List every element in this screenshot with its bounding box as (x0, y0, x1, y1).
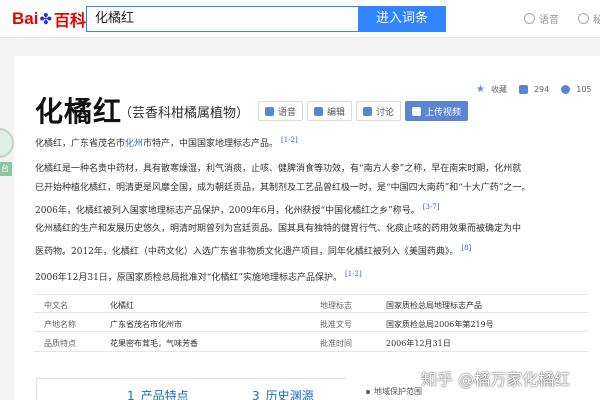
info-label: 地理标志 (320, 301, 352, 310)
summary-paragraph-1: 化橘红，广东省茂名市化州市特产，中国国家地理标志产品。 [1-2] (35, 131, 590, 154)
chat-icon (363, 106, 372, 116)
edit-button[interactable]: 编辑 (307, 101, 353, 121)
side-float-icon[interactable] (0, 128, 14, 158)
info-value: 化橘红 (110, 301, 134, 310)
toc-side-label: 地域保护范围 (374, 387, 422, 396)
collect-label[interactable]: 收藏 (491, 84, 507, 95)
star-icon[interactable]: ★ (476, 84, 485, 95)
info-label: 批准时间 (320, 339, 352, 348)
search-input[interactable]: 化橘红 (86, 6, 358, 32)
toc-item-features[interactable]: 1 产品特点 (127, 387, 189, 400)
share-count: 105 (576, 85, 592, 94)
pencil-icon (314, 106, 323, 116)
reference-link[interactable]: [3-7] (423, 203, 440, 211)
entry-title: 化橘红 (35, 95, 123, 128)
info-label: 批准文号 (320, 320, 352, 329)
edit-button-label: 编辑 (327, 107, 346, 118)
info-value: 国家质检总局地理标志产品 (386, 301, 482, 310)
voice-button-label: 语音 (278, 107, 297, 118)
left-sidebar: 台 (0, 38, 14, 400)
side-badge[interactable]: 台 (0, 162, 12, 176)
toc-label: 产品特点 (140, 389, 189, 400)
huazhou-link[interactable]: 化州 (125, 139, 143, 149)
headset-icon (524, 13, 535, 24)
infobox-divider (35, 331, 588, 332)
zhihu-watermark: 知乎 @橘万家化橘红 (421, 370, 571, 389)
info-label: 产地名称 (44, 320, 76, 329)
secret-link-label: 秘 (593, 15, 600, 26)
toc-number: 3 (252, 389, 260, 400)
like-count: 294 (533, 85, 550, 94)
summary-paragraph-4: 2006年12月31日，原国家质检总局批准对“化橘红”实施地理标志产品保护。 [1… (35, 265, 590, 288)
top-bar: Bai ✤ 百科 化橘红 进入词条 语音 秘 (0, 0, 600, 38)
toc-label: 历史渊源 (265, 389, 314, 400)
reference-link[interactable]: [1-2] (345, 270, 362, 278)
upload-button-label: 上传视频 (425, 107, 462, 118)
p2-line-3-text: 2006年，化橘红被列入国家地理标志产品保护，2009年6月，化州获授“中国化橘… (35, 206, 420, 216)
info-value: 花果密布茸毛，气味芳香 (110, 339, 198, 348)
p1-text-a: 化橘红，广东省茂名市 (35, 139, 126, 149)
speaker-icon (265, 106, 274, 116)
reference-link[interactable]: [8] (461, 244, 471, 252)
info-value: 2006年12月31日 (386, 339, 451, 348)
summary-paragraph-2: 化橘红是一种名贵中药材，具有散寒燥湿，利气消痰，止咳、健脾消食等功效，有“南方人… (35, 160, 590, 221)
info-label: 品质特点 (44, 339, 76, 348)
toc-number: 1 (127, 389, 135, 400)
infobox-divider (35, 312, 588, 313)
upload-icon (412, 106, 421, 116)
table-of-contents: 1 产品特点 3 历史渊源 (36, 378, 346, 400)
infobox-divider (35, 351, 588, 352)
discuss-button-label: 讨论 (376, 107, 395, 118)
share-icon[interactable] (561, 85, 571, 94)
secret-link[interactable]: 秘 (578, 11, 600, 26)
entry-subtitle: （芸香科柑橘属植物） (119, 106, 250, 121)
p2-line-3: 2006年，化橘红被列入国家地理标志产品保护，2009年6月，化州获授“中国化橘… (35, 198, 590, 221)
logo-bai: Bai (12, 9, 39, 28)
bullet-icon (366, 389, 370, 394)
baike-logo[interactable]: Bai ✤ 百科 (12, 8, 86, 30)
p1-text-b: 市特产，中国国家地理标志产品。 (143, 139, 279, 149)
discuss-button[interactable]: 讨论 (356, 101, 402, 121)
p2-line-2: 已开始种植化橘红，明清更是风靡全国，成为朝廷贡品，其制剂及工艺品曾红极一时，是“… (35, 183, 531, 193)
voice-link-label: 语音 (539, 15, 559, 26)
info-label: 中文名 (44, 301, 68, 310)
p3-line-2: 医药物。2012年，化橘红（中药文化）入选广东省非物质文化遗产项目，同年化橘红被… (35, 239, 590, 262)
info-value: 国家质检总局2006年第219号 (386, 320, 494, 329)
logo-baike: 百科 (54, 11, 87, 30)
secret-icon (578, 13, 589, 24)
voice-link[interactable]: 语音 (524, 11, 559, 26)
reference-link[interactable]: [1-2] (281, 136, 298, 144)
p3-line-1: 化州橘红的生产和发展历史悠久，明清时期曾列为宫廷贡品。国其具有独特的健胃行气、化… (35, 224, 522, 234)
voice-button[interactable]: 语音 (258, 101, 304, 121)
upload-video-button[interactable]: 上传视频 (405, 101, 469, 121)
p2-line-1: 化橘红是一种名贵中药材，具有散寒燥湿，利气消痰，止咳、健脾消食等功效，有“南方人… (35, 164, 522, 174)
summary-paragraph-3: 化州橘红的生产和发展历史悠久，明清时期曾列为宫廷贡品。国其具有独特的健胃行气、化… (35, 220, 590, 262)
toc-item-history[interactable]: 3 历史渊源 (252, 387, 314, 400)
enter-entry-button[interactable]: 进入词条 (358, 6, 446, 32)
entry-stats: ★ 收藏 294 105 (476, 84, 592, 95)
info-value: 广东省茂名市化州市 (110, 320, 182, 329)
paw-icon: ✤ (39, 10, 53, 28)
thumbs-up-icon[interactable] (518, 85, 528, 94)
p3-line-2-text: 医药物。2012年，化橘红（中药文化）入选广东省非物质文化遗产项目，同年化橘红被… (35, 247, 459, 257)
p4-text: 2006年12月31日，原国家质检总局批准对“化橘红”实施地理标志产品保护。 (35, 273, 343, 283)
toc-side-item[interactable]: 地域保护范围 (366, 386, 422, 397)
infobox-divider (35, 294, 588, 295)
